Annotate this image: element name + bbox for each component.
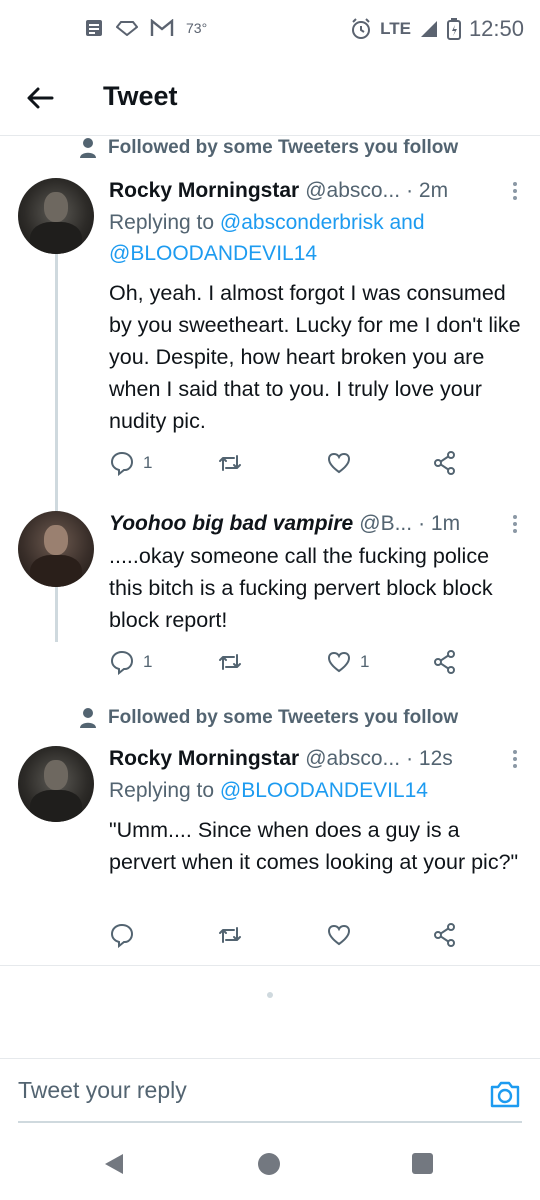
weather-temperature: 73° xyxy=(186,20,208,36)
tweet-header: Rocky Morningstar @absco... · 2m xyxy=(109,176,529,206)
reply-button[interactable]: 1 xyxy=(109,649,152,675)
reply-count: 1 xyxy=(143,652,153,671)
thread-divider xyxy=(0,965,540,966)
tweet-actions xyxy=(109,922,519,950)
avatar[interactable] xyxy=(18,511,94,587)
gmail-icon xyxy=(150,19,174,36)
username: @absco... xyxy=(305,747,401,770)
tweet-header: Yoohoo big bad vampire @B... · 1m xyxy=(109,509,529,539)
battery-icon xyxy=(446,18,461,40)
reply-input[interactable] xyxy=(18,1077,438,1104)
notes-icon xyxy=(86,20,102,36)
top-app-bar: Tweet xyxy=(0,62,540,136)
share-button[interactable] xyxy=(432,922,458,948)
mention-and[interactable]: and xyxy=(389,211,424,234)
system-nav-bar xyxy=(0,1126,540,1200)
vpn-diamond-icon xyxy=(116,21,138,36)
clock: 12:50 xyxy=(468,16,524,41)
nav-recents-icon[interactable] xyxy=(412,1153,433,1174)
tweet-header: Rocky Morningstar @absco... · 12s xyxy=(109,744,529,774)
like-button[interactable] xyxy=(326,450,360,476)
reply-icon xyxy=(110,451,134,476)
status-bar: 73° LTE 12:50 xyxy=(0,0,540,62)
network-type: LTE xyxy=(380,19,411,38)
like-button[interactable] xyxy=(326,922,360,948)
reply-icon xyxy=(110,650,134,675)
person-icon xyxy=(80,138,96,158)
mention-link[interactable]: @BLOODANDEVIL14 xyxy=(220,779,428,802)
display-name[interactable]: Rocky Morningstar xyxy=(109,747,299,771)
person-icon xyxy=(80,708,96,728)
reply-icon xyxy=(110,923,134,948)
reply-count: 1 xyxy=(143,453,153,472)
more-vert-icon[interactable] xyxy=(507,513,523,535)
tweet[interactable]: Rocky Morningstar @absco... · 12s Replyi… xyxy=(0,744,540,964)
retweet-icon xyxy=(219,455,241,471)
share-button[interactable] xyxy=(432,649,458,675)
retweet-icon xyxy=(219,654,241,670)
reply-button[interactable] xyxy=(109,922,143,948)
social-context-label: Followed by some Tweeters you follow xyxy=(108,137,459,158)
avatar[interactable] xyxy=(18,746,94,822)
like-icon xyxy=(327,651,351,673)
camera-icon[interactable] xyxy=(488,1077,522,1111)
replying-to: Replying to @absconderbrisk and @BLOODAN… xyxy=(109,207,529,269)
alarm-icon xyxy=(352,18,371,39)
social-context: Followed by some Tweeters you follow xyxy=(80,706,458,730)
retweet-button[interactable] xyxy=(217,649,251,675)
nav-back-icon[interactable] xyxy=(103,1152,125,1176)
retweet-icon xyxy=(219,927,241,943)
timestamp: · 1m xyxy=(418,512,461,535)
retweet-button[interactable] xyxy=(217,450,251,476)
back-arrow-icon[interactable] xyxy=(22,80,58,116)
tweet-actions: 1 xyxy=(109,450,519,478)
share-icon xyxy=(434,923,455,947)
social-context-label: Followed by some Tweeters you follow xyxy=(108,707,459,728)
nav-home-icon[interactable] xyxy=(258,1153,280,1175)
status-indicators: LTE 12:50 xyxy=(350,16,524,42)
reply-composer xyxy=(0,1058,540,1126)
timestamp: · 12s xyxy=(406,747,453,770)
tweet-text: Oh, yeah. I almost forgot I was consumed… xyxy=(109,281,521,433)
retweet-button[interactable] xyxy=(217,922,251,948)
reply-input-underline xyxy=(18,1121,522,1123)
page-title: Tweet xyxy=(103,81,178,111)
loading-indicator xyxy=(267,992,273,998)
display-name[interactable]: Yoohoo big bad vampire xyxy=(109,512,353,536)
signal-icon xyxy=(420,21,437,37)
reply-button[interactable]: 1 xyxy=(109,450,152,476)
tweet-actions: 1 1 xyxy=(109,649,519,677)
like-icon xyxy=(327,452,351,474)
more-vert-icon[interactable] xyxy=(507,748,523,770)
more-vert-icon[interactable] xyxy=(507,180,523,202)
tweet[interactable]: Rocky Morningstar @absco... · 2m Replyin… xyxy=(0,176,540,516)
replying-to-label: Replying to xyxy=(109,211,215,234)
replying-to-label: Replying to xyxy=(109,779,215,802)
like-button[interactable]: 1 xyxy=(326,649,369,675)
social-context: Followed by some Tweeters you follow xyxy=(80,136,458,160)
like-count: 1 xyxy=(360,652,370,671)
tweet-text: "Umm.... Since when does a guy is a perv… xyxy=(109,818,519,874)
timestamp: · 2m xyxy=(406,179,449,202)
username: @absco... xyxy=(305,179,401,202)
replying-to: Replying to @BLOODANDEVIL14 xyxy=(109,775,529,806)
status-notifications: 73° xyxy=(84,18,207,38)
share-icon xyxy=(434,650,455,674)
share-button[interactable] xyxy=(432,450,458,476)
share-icon xyxy=(434,451,455,475)
mention-link[interactable]: @BLOODANDEVIL14 xyxy=(109,242,317,265)
display-name[interactable]: Rocky Morningstar xyxy=(109,179,299,203)
username: @B... xyxy=(359,512,413,535)
mention-link[interactable]: @absconderbrisk xyxy=(220,211,384,234)
avatar[interactable] xyxy=(18,178,94,254)
tweet-text: .....okay someone call the fucking polic… xyxy=(109,544,493,632)
tweet[interactable]: Yoohoo big bad vampire @B... · 1m .....o… xyxy=(0,509,540,709)
like-icon xyxy=(327,924,351,946)
